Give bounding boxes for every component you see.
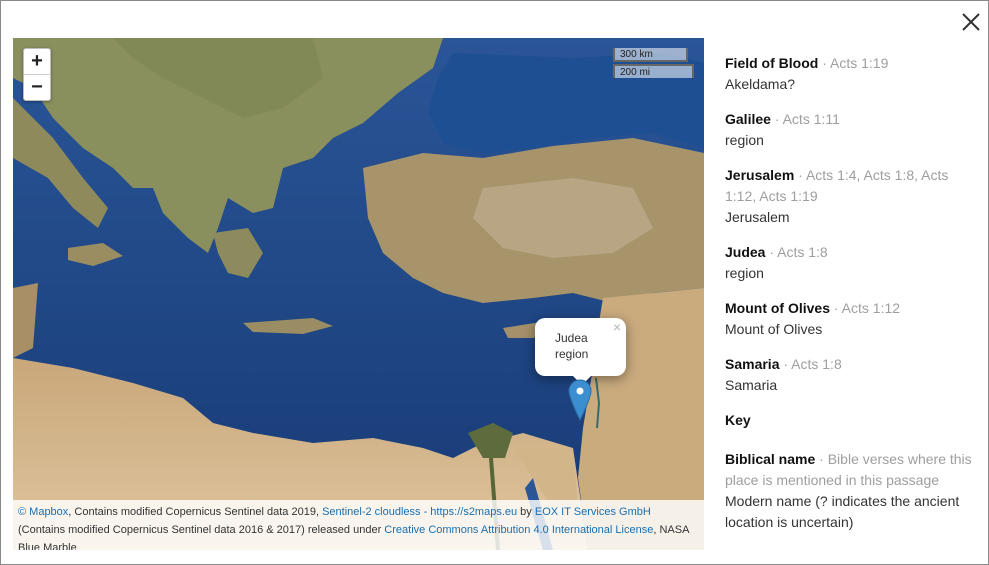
separator: · (815, 451, 828, 467)
key-entry: Biblical name · Bible verses where this … (725, 449, 975, 533)
attribution-text-2: by (517, 506, 535, 518)
place-entry: Mount of Olives · Acts 1:12 Mount of Oli… (725, 298, 975, 340)
scale-bar: 300 km 200 mi (613, 48, 694, 78)
separator: · (794, 167, 806, 183)
place-name: Mount of Olives (725, 300, 830, 316)
zoom-control: + − (23, 48, 51, 101)
key-modern-label: Modern name (? indicates the ancient loc… (725, 493, 960, 530)
place-name: Galilee (725, 111, 771, 127)
scale-mi-label: 200 mi (613, 64, 694, 78)
place-legend: Field of Blood · Acts 1:19 Akeldama? Gal… (725, 53, 975, 547)
place-entry: Samaria · Acts 1:8 Samaria (725, 354, 975, 396)
popup-subtitle: region (555, 347, 589, 361)
map-dialog: + − 300 km 200 mi × Judea region © Mapbo… (0, 0, 989, 565)
place-refs: Acts 1:19 (830, 55, 889, 71)
map-attribution: © Mapbox, Contains modified Copernicus S… (13, 500, 704, 550)
place-entry: Galilee · Acts 1:11 region (725, 109, 975, 151)
place-name: Judea (725, 244, 766, 260)
popup-close-icon[interactable]: × (613, 320, 621, 334)
place-entry: Jerusalem · Acts 1:4, Acts 1:8, Acts 1:1… (725, 165, 975, 228)
map-pin-icon[interactable] (568, 378, 592, 422)
place-refs: Acts 1:8 (791, 356, 842, 372)
attribution-text-3: (Contains modified Copernicus Sentinel d… (18, 524, 385, 536)
map-popup: × Judea region (535, 318, 626, 385)
place-modern-name: Samaria (725, 377, 778, 393)
zoom-out-button[interactable]: − (24, 74, 50, 100)
separator: · (779, 356, 792, 372)
satellite-imagery (13, 38, 704, 550)
place-name: Jerusalem (725, 167, 795, 183)
place-modern-name: region (725, 132, 764, 148)
place-name: Samaria (725, 356, 780, 372)
separator: · (830, 300, 842, 316)
key-name-label: Biblical name (725, 451, 816, 467)
place-refs: Acts 1:11 (782, 111, 840, 127)
place-refs: Acts 1:8 (777, 244, 828, 260)
separator: · (818, 55, 830, 71)
scale-km-label: 300 km (613, 48, 688, 62)
separator: · (770, 111, 783, 127)
eox-link[interactable]: EOX IT Services GmbH (535, 506, 651, 518)
key-heading: Key (725, 412, 751, 428)
license-link[interactable]: Creative Commons Attribution 4.0 Interna… (384, 524, 653, 536)
place-modern-name: Akeldama? (725, 76, 796, 92)
place-refs: Acts 1:12 (841, 300, 901, 316)
place-entry: Judea · Acts 1:8 region (725, 242, 975, 284)
zoom-in-button[interactable]: + (24, 49, 50, 74)
place-entry: Field of Blood · Acts 1:19 Akeldama? (725, 53, 975, 95)
close-icon[interactable] (959, 10, 983, 34)
place-name: Field of Blood (725, 55, 819, 71)
mapbox-link[interactable]: © Mapbox (18, 506, 68, 518)
place-modern-name: region (725, 265, 764, 281)
map-view[interactable]: + − 300 km 200 mi × Judea region © Mapbo… (13, 38, 704, 550)
attribution-text-1: , Contains modified Copernicus Sentinel … (68, 506, 323, 518)
place-modern-name: Jerusalem (725, 209, 790, 225)
separator: · (765, 244, 778, 260)
popup-title: Judea (555, 331, 588, 345)
sentinel-link[interactable]: Sentinel-2 cloudless - https://s2maps.eu (322, 506, 517, 518)
place-modern-name: Mount of Olives (725, 321, 823, 337)
